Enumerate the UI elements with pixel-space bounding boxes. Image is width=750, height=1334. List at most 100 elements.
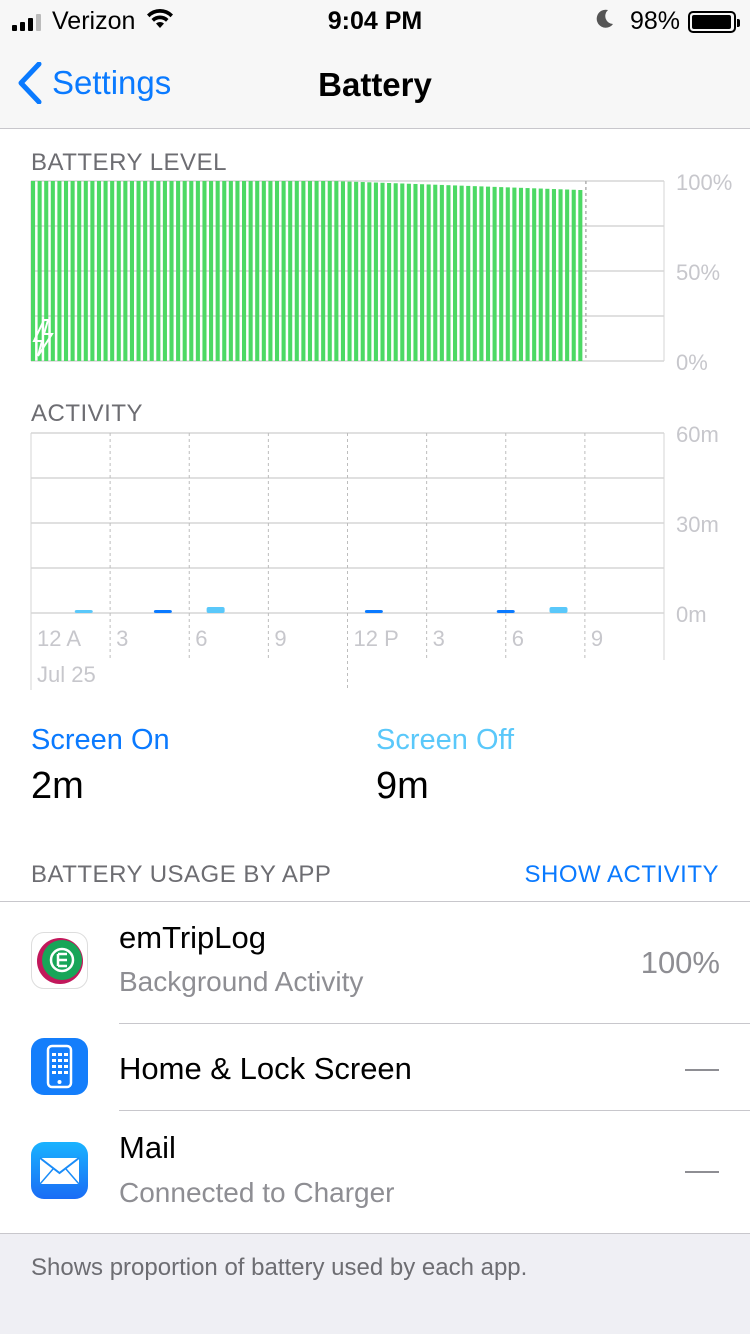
battery-level-bar: [492, 186, 497, 361]
battery-level-bar: [499, 187, 504, 361]
battery-level-bar: [31, 181, 36, 361]
battery-level-bar: [83, 181, 88, 361]
phone-screen-icon: [31, 1038, 88, 1095]
battery-level-bar: [578, 190, 583, 361]
x-tick-label: 3: [116, 626, 128, 651]
footer: Shows proportion of battery used by each…: [0, 1233, 750, 1334]
battery-level-bar: [162, 181, 167, 361]
battery-level-bar: [525, 188, 530, 361]
battery-level-bar: [485, 186, 491, 361]
x-tick-label: 9: [274, 626, 286, 651]
battery-level-bar: [301, 181, 306, 361]
battery-level-bar: [558, 189, 563, 361]
x-tick-label: 6: [512, 626, 524, 651]
y-tick-label: 30m: [676, 512, 719, 537]
battery-level-bar: [453, 185, 458, 361]
battery-level-bar: [90, 181, 95, 361]
battery-level-bar: [248, 181, 253, 361]
app-usage-dash: [685, 1069, 719, 1071]
emtriplog-app-icon: [31, 932, 88, 989]
y-tick-label: 0m: [676, 602, 707, 627]
battery-level-bar: [472, 186, 477, 361]
battery-level-bar: [347, 181, 352, 361]
battery-level-bar: [96, 181, 102, 361]
battery-level-bar: [189, 181, 194, 361]
battery-level-bar: [551, 189, 556, 361]
app-row-emtriplog[interactable]: emTripLog Background Activity 100%: [0, 902, 750, 1024]
screen-on-value: 2m: [31, 765, 84, 807]
x-tick-label: 12 P: [354, 626, 399, 651]
battery-level-bar: [123, 181, 128, 361]
battery-level-bar: [479, 186, 484, 361]
battery-level-bar: [143, 181, 148, 361]
battery-level-bar: [466, 185, 471, 361]
x-tick-label: 3: [433, 626, 445, 651]
battery-level-bar: [314, 181, 319, 361]
app-detail: Connected to Charger: [119, 1177, 395, 1208]
battery-level-bar: [505, 187, 510, 361]
battery-level-bar: [373, 182, 378, 361]
battery-level-bar: [116, 181, 121, 361]
battery-level-bar: [406, 183, 411, 361]
app-name: Home & Lock Screen: [119, 1051, 412, 1086]
battery-level-bar: [571, 189, 576, 361]
battery-level-bar: [129, 181, 134, 361]
screen-off-label: Screen Off: [376, 724, 515, 756]
y-tick-label: 60m: [676, 422, 719, 447]
battery-level-bar: [380, 182, 385, 361]
battery-level-bar: [512, 187, 517, 361]
battery-level-bar: [334, 181, 339, 361]
app-usage-value: 100%: [640, 945, 720, 980]
app-row-mail[interactable]: Mail Connected to Charger: [0, 1111, 750, 1233]
battery-level-bar: [446, 185, 451, 361]
x-tick-label: 12 A: [37, 626, 81, 651]
app-detail: Background Activity: [119, 966, 364, 997]
battery-level-bar: [169, 181, 174, 361]
battery-level-bar: [215, 181, 220, 361]
battery-level-bar: [426, 184, 431, 361]
app-row-home-lock-screen[interactable]: Home & Lock Screen: [0, 1024, 750, 1111]
usage-header: BATTERY USAGE BY APP: [31, 861, 332, 888]
battery-level-bar: [360, 182, 365, 361]
battery-level-bar: [70, 181, 75, 361]
battery-level-bar: [255, 181, 260, 361]
screen-off-value: 9m: [376, 765, 429, 807]
app-name: Mail: [119, 1130, 176, 1165]
battery-level-bar: [354, 181, 359, 361]
battery-level-bar: [281, 181, 286, 361]
battery-level-bar: [261, 181, 266, 361]
battery-level-bar: [321, 181, 326, 361]
battery-level-bar: [235, 181, 240, 361]
footer-text: Shows proportion of battery used by each…: [31, 1254, 528, 1281]
battery-level-bar: [242, 181, 247, 361]
charging-bolt-icon: [32, 319, 54, 357]
battery-level-bar: [202, 181, 207, 361]
battery-level-bar: [195, 181, 200, 361]
battery-level-bar: [433, 184, 438, 361]
screen-on-bar: [364, 610, 383, 613]
battery-level-bar: [565, 189, 570, 361]
battery-level-bar: [268, 181, 273, 361]
battery-level-bar: [57, 181, 62, 361]
battery-level-bar: [182, 181, 187, 361]
mail-envelope-icon: [31, 1142, 88, 1199]
x-tick-label: 6: [195, 626, 207, 651]
screen-off-bar: [549, 607, 568, 613]
battery-level-bar: [110, 181, 115, 361]
battery-level-bar: [103, 181, 108, 361]
battery-level-bar: [393, 183, 398, 361]
date-label: Jul 25: [37, 662, 96, 687]
y-tick-label: 100%: [676, 170, 732, 195]
battery-level-bar: [518, 187, 524, 361]
battery-level-bar: [400, 183, 405, 361]
app-name: emTripLog: [119, 920, 267, 955]
battery-level-bar: [228, 181, 233, 361]
battery-level-bar: [209, 181, 214, 361]
battery-level-bar: [532, 188, 537, 361]
battery-level-bar: [294, 181, 299, 361]
battery-level-bar: [420, 184, 425, 361]
x-tick-label: 9: [591, 626, 603, 651]
battery-level-bar: [387, 183, 392, 361]
battery-level-bar: [149, 181, 154, 361]
show-activity-button[interactable]: SHOW ACTIVITY: [524, 861, 719, 889]
